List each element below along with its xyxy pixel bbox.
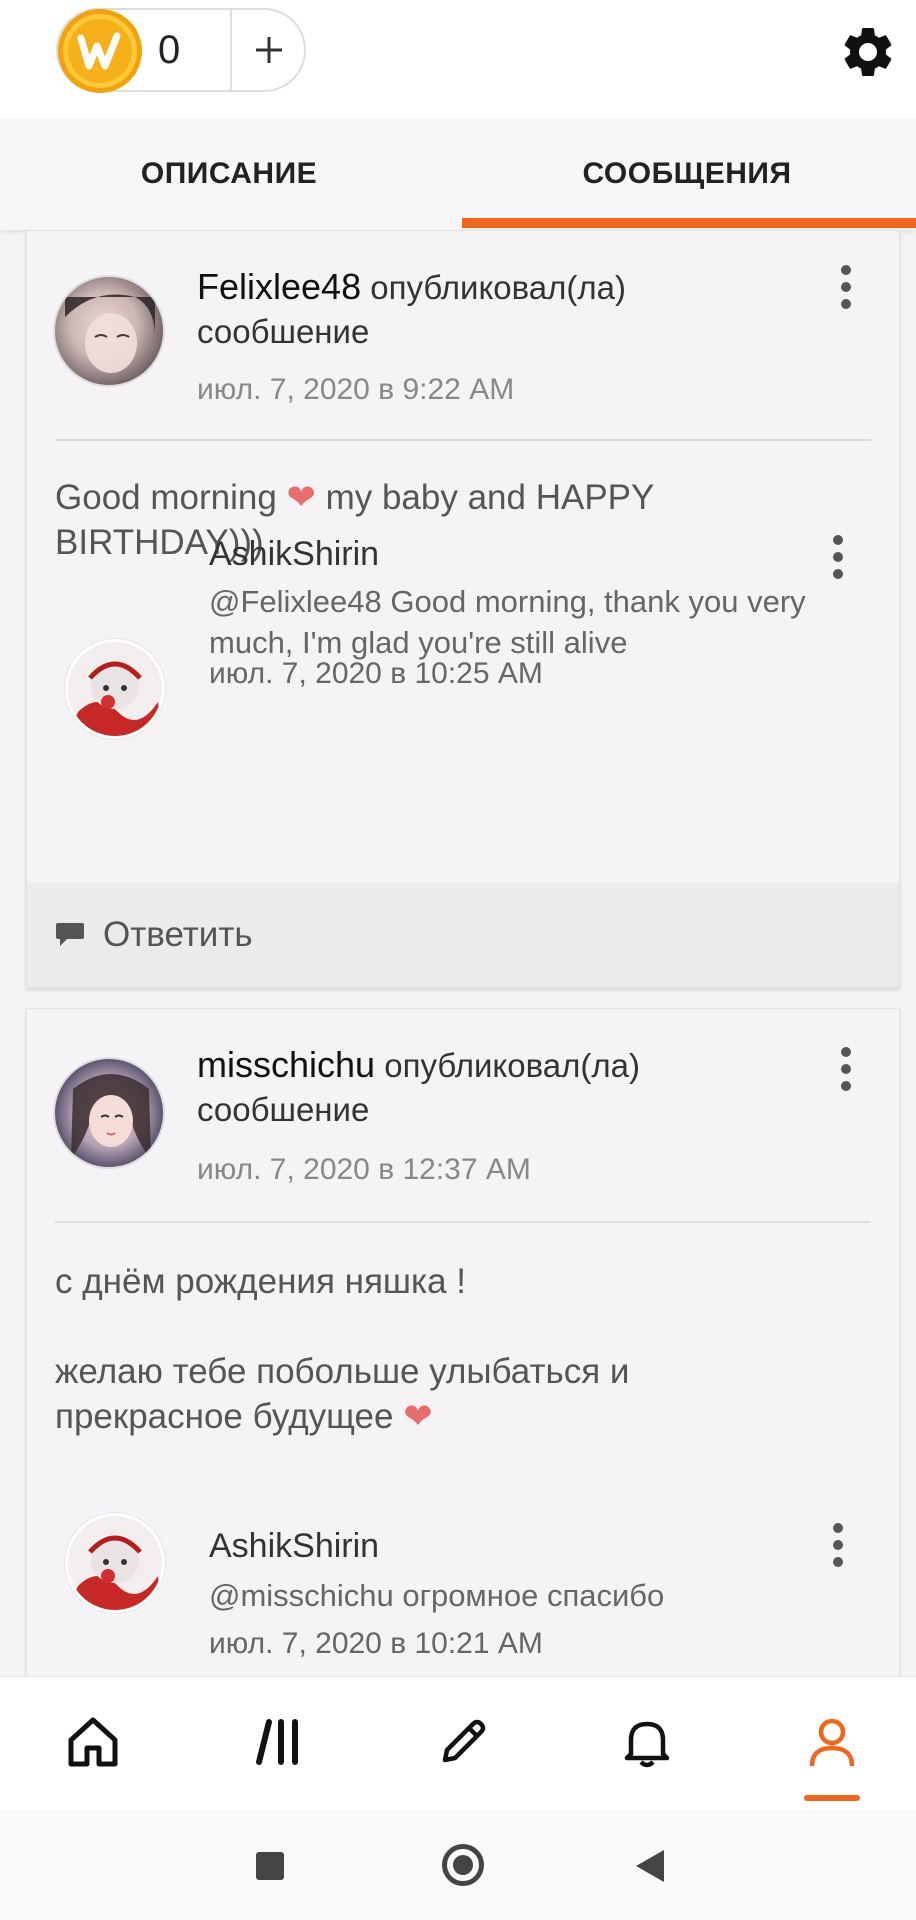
post-username[interactable]: misschichu [197,1044,375,1085]
message-card: misschichu опубликовал(ла) сообшение июл… [26,1008,900,1678]
tab-messages[interactable]: СООБЩЕНИЯ [458,118,916,230]
tab-bar: ОПИСАНИЕ СООБЩЕНИЯ [0,118,916,230]
avatar[interactable] [65,1513,165,1613]
bell-icon[interactable] [612,1707,682,1777]
coin-count: 0 [158,28,181,72]
post-date: июл. 7, 2020 в 12:37 AM [197,1153,531,1186]
avatar[interactable] [65,639,165,739]
post-header: misschichu опубликовал(ла) сообшение [197,1043,797,1132]
reply-label: Ответить [103,915,253,954]
reply-button[interactable]: Ответить [27,883,899,987]
profile-icon[interactable] [797,1707,867,1777]
plus-icon [256,37,282,63]
reply-username[interactable]: AshikShirin [209,1527,379,1566]
reply-date: июл. 7, 2020 в 10:21 AM [209,1627,543,1660]
more-options-icon[interactable] [823,535,853,585]
post-text: Good morning [55,478,277,517]
top-bar: 0 [0,0,916,118]
home-button[interactable] [442,1844,484,1886]
reply-text: @misschichu огромное спасибо [209,1578,665,1613]
more-options-icon[interactable] [831,1047,861,1097]
home-icon[interactable] [58,1707,128,1777]
reply-username[interactable]: AshikShirin [209,535,379,574]
post-header: Felixlee48 опубликовал(ла) сообшение [197,265,797,354]
wattpad-coin-icon [58,9,142,93]
divider [55,1221,871,1223]
more-options-icon[interactable] [823,1523,853,1573]
library-icon[interactable] [244,1707,314,1777]
post-username[interactable]: Felixlee48 [197,266,361,307]
back-button[interactable] [636,1850,664,1882]
system-navigation-bar [0,1810,916,1920]
bottom-navigation [0,1676,916,1810]
reply-text: @Felixlee48 Good morning, thank you very… [209,584,806,660]
more-options-icon[interactable] [831,265,861,315]
comment-icon [56,923,84,946]
reply-date: июл. 7, 2020 в 10:25 AM [209,657,543,690]
gear-icon[interactable] [838,22,898,82]
post-text-line: с днём рождения няшка ! [55,1262,466,1301]
avatar[interactable] [53,275,165,387]
recents-button[interactable] [256,1852,284,1880]
heart-icon: ❤ [286,478,316,517]
active-nav-indicator [804,1795,860,1801]
coin-balance-pill[interactable]: 0 [56,8,306,93]
heart-icon: ❤ [403,1397,433,1436]
post-text-line: желаю тебе побольше улыбаться и прекрасн… [55,1352,630,1436]
message-card: Felixlee48 опубликовал(ла) сообшение июл… [26,230,900,988]
active-tab-indicator [462,218,916,228]
post-date: июл. 7, 2020 в 9:22 AM [197,373,515,406]
post-body: Good morning ❤ my baby and HAPPY BIRTHDA… [55,475,835,565]
tab-description[interactable]: ОПИСАНИЕ [0,118,458,230]
avatar[interactable] [53,1057,165,1169]
pencil-icon[interactable] [428,1707,498,1777]
divider [55,439,871,441]
add-coins-button[interactable] [232,10,306,90]
post-body: с днём рождения няшка ! желаю тебе побол… [55,1259,835,1439]
